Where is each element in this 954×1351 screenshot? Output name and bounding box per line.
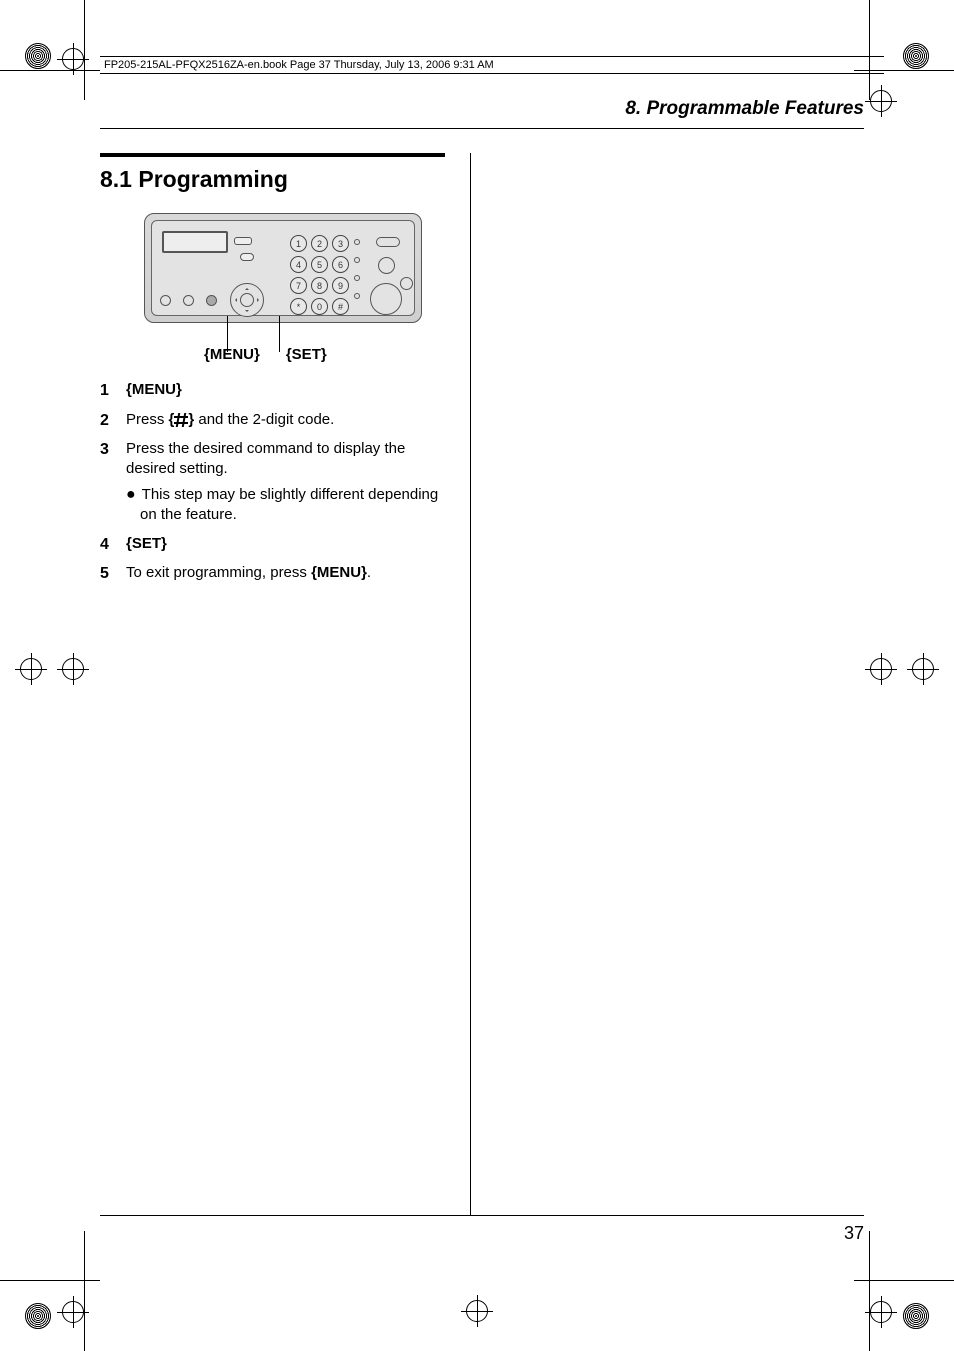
footer-rule bbox=[100, 1215, 864, 1216]
page-number: 37 bbox=[844, 1223, 864, 1244]
step-4: 4 {SET} bbox=[100, 534, 445, 556]
book-info-header: FP205-215AL-PFQX2516ZA-en.book Page 37 T… bbox=[100, 56, 884, 74]
section-title: 8.1 Programming bbox=[100, 166, 288, 193]
hash-icon bbox=[174, 414, 188, 426]
running-head: 8. Programmable Features bbox=[625, 98, 864, 120]
header-rule bbox=[100, 128, 864, 129]
lcd-icon bbox=[162, 231, 228, 253]
column-divider bbox=[470, 153, 471, 1216]
diagram-label-set: {SET} bbox=[286, 346, 327, 363]
page-frame: 8. Programmable Features 8.1 Programming bbox=[100, 98, 864, 1216]
navpad-icon bbox=[230, 283, 264, 317]
device-diagram: 1 2 3 4 5 6 7 8 9 * 0 # bbox=[144, 213, 424, 323]
step-3: 3 Press the desired command to display t… bbox=[100, 439, 445, 525]
keypad-icon: 1 2 3 4 5 6 7 8 9 * 0 # bbox=[290, 235, 349, 315]
steps-list: 1 {MENU} 2 Press {} and the 2-digit code… bbox=[100, 380, 445, 593]
section-rule bbox=[100, 153, 445, 157]
step-5: 5 To exit programming, press {MENU}. bbox=[100, 563, 445, 585]
diagram-label-menu: {MENU} bbox=[204, 346, 260, 363]
step-2: 2 Press {} and the 2-digit code. bbox=[100, 410, 445, 432]
step-1: 1 {MENU} bbox=[100, 380, 445, 402]
